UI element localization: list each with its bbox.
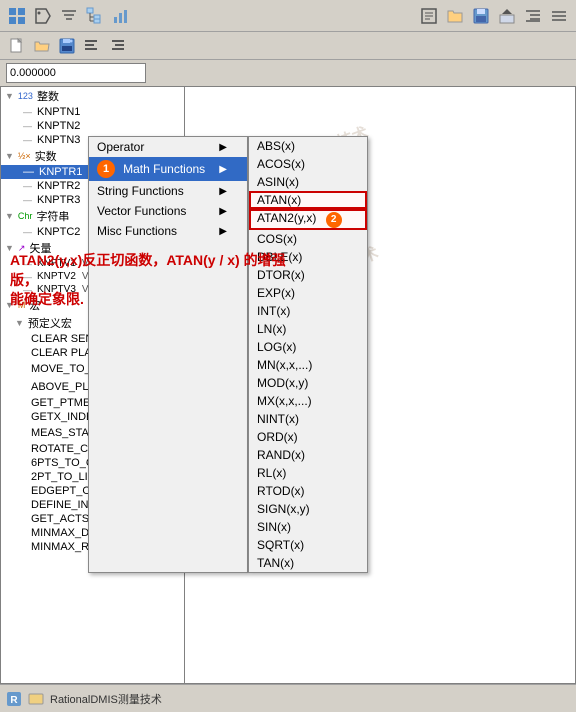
func-mod[interactable]: MOD(x,y) bbox=[249, 374, 367, 392]
func-ln[interactable]: LN(x) bbox=[249, 320, 367, 338]
main-toolbar bbox=[0, 0, 576, 32]
new-icon[interactable] bbox=[6, 35, 28, 57]
menu-misc-functions[interactable]: Misc Functions ▶ bbox=[89, 221, 247, 241]
tree-icon[interactable] bbox=[84, 5, 106, 27]
func-atan[interactable]: ATAN(x) bbox=[249, 191, 367, 209]
func-sin[interactable]: SIN(x) bbox=[249, 518, 367, 536]
func-atan2[interactable]: ATAN2(y,x) 2 bbox=[249, 209, 367, 230]
main-area: ▼ 123 整数 — KNPTN1 — KNPTN2 — KNPTN3 ▼ ½×… bbox=[0, 86, 576, 684]
chart-icon[interactable] bbox=[110, 5, 132, 27]
tag-icon[interactable] bbox=[32, 5, 54, 27]
func-log[interactable]: LOG(x) bbox=[249, 338, 367, 356]
func-acos[interactable]: ACOS(x) bbox=[249, 155, 367, 173]
main-context-menu: Operator ▶ 1 Math Functions ▶ String Fun… bbox=[88, 136, 248, 573]
func-mn[interactable]: MN(x,x,...) bbox=[249, 356, 367, 374]
tree-item-knptn1[interactable]: — KNPTN1 bbox=[1, 105, 184, 119]
arrow-icon-5: ▶ bbox=[219, 226, 227, 237]
arrow-icon: ▶ bbox=[219, 142, 227, 153]
properties-icon[interactable] bbox=[418, 5, 440, 27]
badge-2: 2 bbox=[326, 212, 342, 228]
func-dble[interactable]: DBLE(x) bbox=[249, 248, 367, 266]
arrow-icon-4: ▶ bbox=[219, 206, 227, 217]
open-icon[interactable] bbox=[31, 35, 53, 57]
align-left-icon[interactable] bbox=[81, 35, 103, 57]
func-abs[interactable]: ABS(x) bbox=[249, 137, 367, 155]
badge-1: 1 bbox=[97, 160, 115, 178]
export-icon[interactable] bbox=[496, 5, 518, 27]
func-nint[interactable]: NINT(x) bbox=[249, 410, 367, 428]
addressbar: 0.000000 bbox=[0, 60, 576, 86]
menu-vector-functions[interactable]: Vector Functions ▶ bbox=[89, 201, 247, 221]
align-right-icon[interactable] bbox=[106, 35, 128, 57]
statusbar: R RationalDMIS测量技术 bbox=[0, 684, 576, 712]
func-asin[interactable]: ASIN(x) bbox=[249, 173, 367, 191]
value-input[interactable]: 0.000000 bbox=[6, 63, 146, 83]
arrow-icon-2: ▶ bbox=[219, 164, 227, 175]
menu-string-functions[interactable]: String Functions ▶ bbox=[89, 181, 247, 201]
disk-save-icon[interactable] bbox=[56, 35, 78, 57]
menu-operator[interactable]: Operator ▶ bbox=[89, 137, 247, 157]
statusbar-text: RationalDMIS测量技术 bbox=[50, 691, 162, 707]
func-dtor[interactable]: DTOR(x) bbox=[249, 266, 367, 284]
arrow-icon-3: ▶ bbox=[219, 186, 227, 197]
tree-item-knptn2[interactable]: — KNPTN2 bbox=[1, 119, 184, 133]
func-exp[interactable]: EXP(x) bbox=[249, 284, 367, 302]
func-sign[interactable]: SIGN(x,y) bbox=[249, 500, 367, 518]
func-rand[interactable]: RAND(x) bbox=[249, 446, 367, 464]
func-rtod[interactable]: RTOD(x) bbox=[249, 482, 367, 500]
func-rl[interactable]: RL(x) bbox=[249, 464, 367, 482]
func-cos[interactable]: COS(x) bbox=[249, 230, 367, 248]
context-menu-container: Operator ▶ 1 Math Functions ▶ String Fun… bbox=[88, 136, 368, 573]
func-tan[interactable]: TAN(x) bbox=[249, 554, 367, 572]
functions-submenu: ABS(x) ACOS(x) ASIN(x) ATAN(x) ATAN2(y,x… bbox=[248, 136, 368, 573]
func-ord[interactable]: ORD(x) bbox=[249, 428, 367, 446]
func-int[interactable]: INT(x) bbox=[249, 302, 367, 320]
filter-icon[interactable] bbox=[58, 5, 80, 27]
menu-math-functions[interactable]: 1 Math Functions ▶ bbox=[89, 157, 247, 181]
section-integer[interactable]: ▼ 123 整数 bbox=[1, 87, 184, 105]
statusbar-icon2[interactable] bbox=[28, 691, 44, 707]
save-file-icon[interactable] bbox=[470, 5, 492, 27]
grid-icon[interactable] bbox=[6, 5, 28, 27]
secondary-toolbar bbox=[0, 32, 576, 60]
func-sqrt[interactable]: SQRT(x) bbox=[249, 536, 367, 554]
outdent-icon[interactable] bbox=[548, 5, 570, 27]
open-file-icon[interactable] bbox=[444, 5, 466, 27]
func-mx[interactable]: MX(x,x,...) bbox=[249, 392, 367, 410]
svg-text:R: R bbox=[10, 695, 18, 706]
statusbar-icon[interactable]: R bbox=[6, 691, 22, 707]
indent-icon[interactable] bbox=[522, 5, 544, 27]
